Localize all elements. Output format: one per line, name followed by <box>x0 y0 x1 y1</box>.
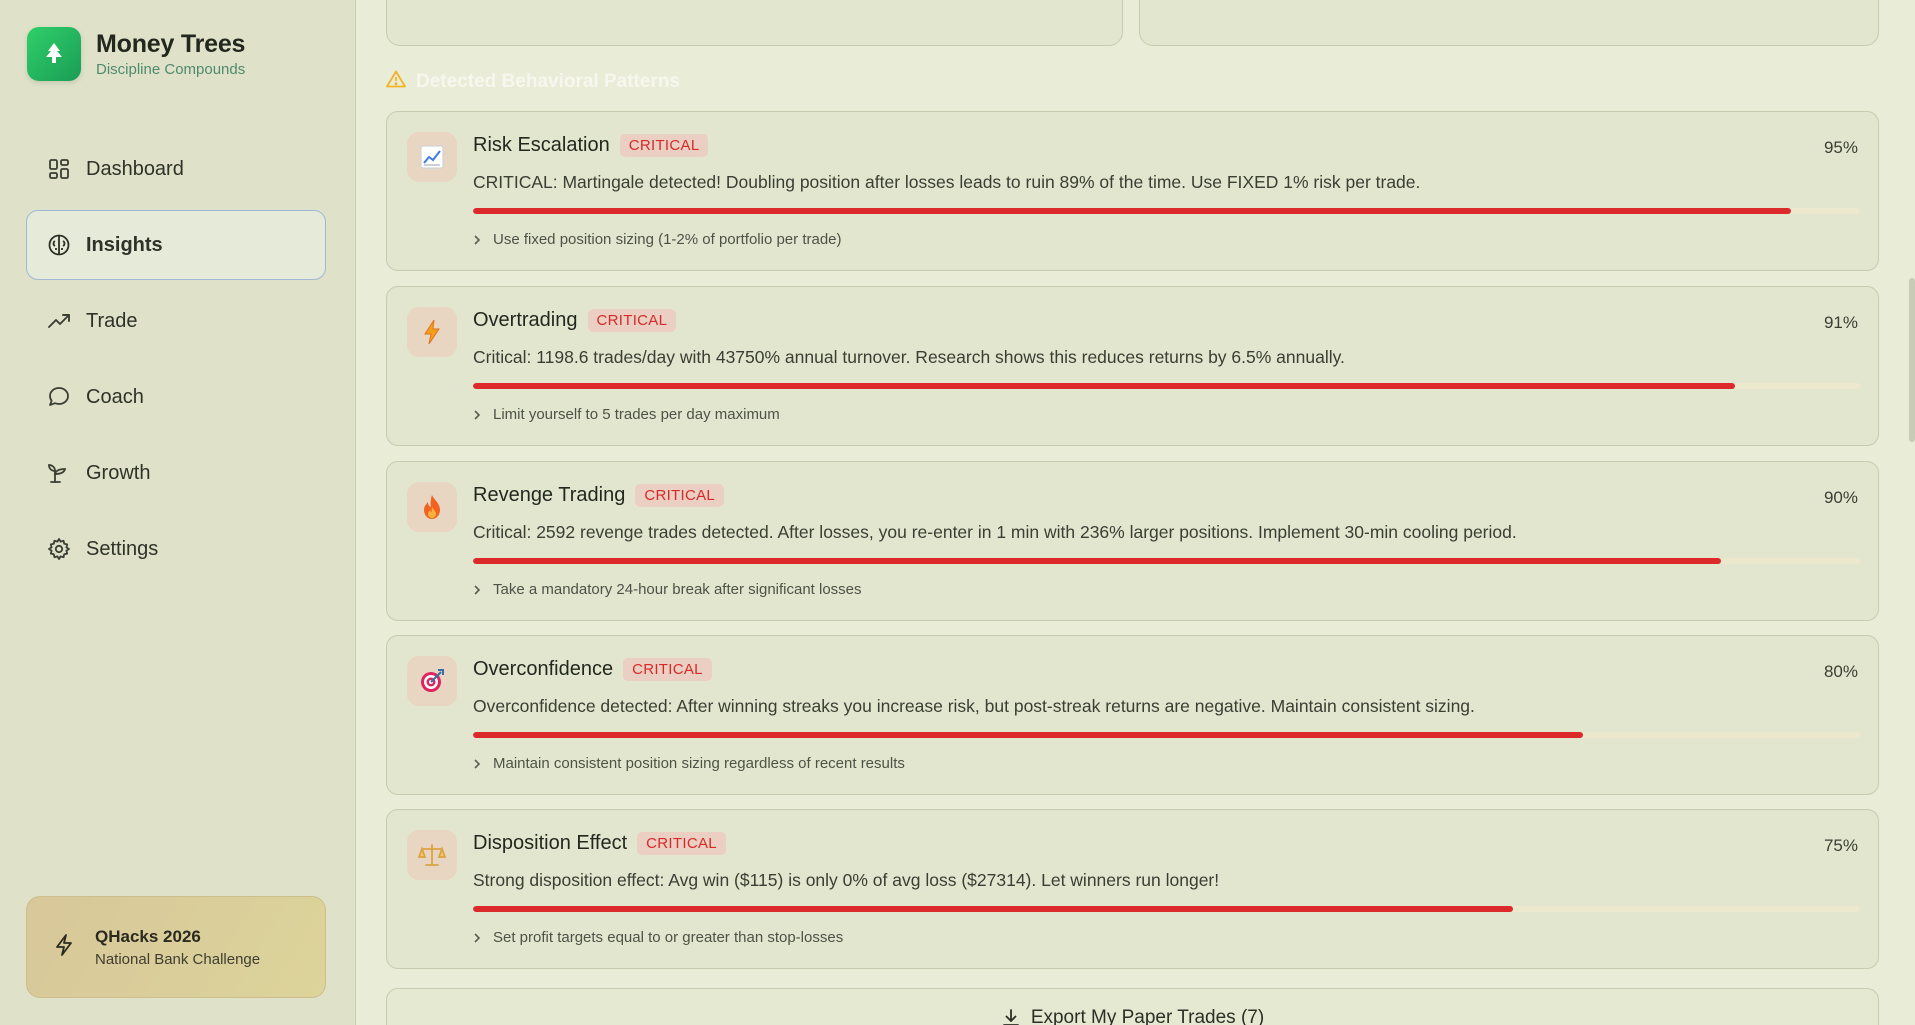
pattern-card-overtrading[interactable]: Overtrading CRITICAL 91% Critical: 1198.… <box>386 286 1879 446</box>
sidebar-item-insights[interactable]: Insights <box>26 210 326 280</box>
pattern-title: Overconfidence <box>473 658 614 680</box>
promo-subtitle: National Bank Challenge <box>95 950 261 968</box>
sidebar-item-label: Coach <box>86 385 144 408</box>
pattern-description: Strong disposition effect: Avg win ($115… <box>473 870 1220 890</box>
main-content: Detected Behavioral Patterns Risk Escala… <box>356 0 1915 1025</box>
summary-card <box>386 0 1123 46</box>
pattern-description: Critical: 1198.6 trades/day with 43750% … <box>473 347 1345 367</box>
confidence-percent: 90% <box>1823 488 1858 507</box>
warning-triangle-icon <box>386 70 406 94</box>
confidence-bar-fill <box>473 732 1583 738</box>
confidence-bar <box>473 906 1860 912</box>
recommendation-text: Maintain consistent position sizing rega… <box>493 755 905 772</box>
sidebar-item-label: Growth <box>86 461 151 484</box>
confidence-bar-fill <box>473 558 1722 564</box>
balance-scale-icon <box>407 830 457 880</box>
sidebar-item-settings[interactable]: Settings <box>26 514 326 584</box>
chevron-right-icon <box>473 409 481 421</box>
sidebar-item-trade[interactable]: Trade <box>26 286 326 356</box>
chevron-right-icon <box>473 932 481 944</box>
confidence-percent: 80% <box>1823 662 1858 681</box>
severity-badge: CRITICAL <box>587 309 677 332</box>
chevron-right-icon <box>473 234 481 246</box>
section-header: Detected Behavioral Patterns <box>386 70 680 94</box>
recommendation-toggle[interactable]: Take a mandatory 24-hour break after sig… <box>473 581 862 598</box>
recommendation-toggle[interactable]: Use fixed position sizing (1-2% of portf… <box>473 231 842 248</box>
confidence-percent: 95% <box>1823 138 1858 157</box>
pattern-card-disposition-effect[interactable]: Disposition Effect CRITICAL 75% Strong d… <box>386 809 1879 969</box>
sidebar-item-coach[interactable]: Coach <box>26 362 326 432</box>
sidebar-item-label: Insights <box>86 233 163 256</box>
pattern-title: Overtrading <box>473 309 578 331</box>
confidence-percent: 91% <box>1823 313 1858 332</box>
sidebar-item-label: Settings <box>86 537 159 560</box>
pattern-card-overconfidence[interactable]: Overconfidence CRITICAL 80% Overconfiden… <box>386 635 1879 795</box>
scrollbar-thumb[interactable] <box>1909 278 1915 442</box>
trending-up-icon <box>47 309 71 333</box>
summary-card <box>1139 0 1879 46</box>
lightning-icon <box>53 933 75 962</box>
sidebar-item-label: Trade <box>86 309 138 332</box>
section-title: Detected Behavioral Patterns <box>416 71 680 92</box>
brand[interactable]: Money Trees Discipline Compounds <box>27 27 245 81</box>
severity-badge: CRITICAL <box>619 134 709 157</box>
confidence-bar <box>473 383 1860 389</box>
recommendation-text: Limit yourself to 5 trades per day maxim… <box>493 406 780 423</box>
sidebar-item-dashboard[interactable]: Dashboard <box>26 134 326 204</box>
download-icon <box>1001 1008 1021 1025</box>
sprout-icon <box>47 461 71 485</box>
gear-icon <box>47 537 71 561</box>
pattern-title: Disposition Effect <box>473 832 628 854</box>
recommendation-toggle[interactable]: Limit yourself to 5 trades per day maxim… <box>473 406 780 423</box>
pattern-description: Critical: 2592 revenge trades detected. … <box>473 522 1517 542</box>
export-trades-button[interactable]: Export My Paper Trades (7) <box>386 988 1879 1025</box>
lightning-icon <box>407 307 457 357</box>
confidence-bar-fill <box>473 208 1791 214</box>
fire-icon <box>407 482 457 532</box>
confidence-bar <box>473 208 1860 214</box>
chevron-right-icon <box>473 758 481 770</box>
target-icon <box>407 656 457 706</box>
chart-increasing-icon <box>407 132 457 182</box>
export-label: Export My Paper Trades (7) <box>1030 1007 1265 1025</box>
dashboard-grid-icon <box>47 157 71 181</box>
confidence-bar-fill <box>473 906 1514 912</box>
recommendation-toggle[interactable]: Set profit targets equal to or greater t… <box>473 929 843 946</box>
brain-icon <box>47 233 71 257</box>
brand-title: Money Trees <box>96 30 246 58</box>
severity-badge: CRITICAL <box>623 658 712 681</box>
pattern-description: Overconfidence detected: After winning s… <box>473 696 1475 716</box>
confidence-bar <box>473 558 1860 564</box>
pattern-description: CRITICAL: Martingale detected! Doubling … <box>473 172 1421 192</box>
promo-title: QHacks 2026 <box>95 926 201 946</box>
chevron-right-icon <box>473 584 481 596</box>
sidebar-item-growth[interactable]: Growth <box>26 438 326 508</box>
pattern-title: Revenge Trading <box>473 484 626 506</box>
app-root: Money Trees Discipline Compounds Dashboa… <box>0 0 1915 1025</box>
recommendation-toggle[interactable]: Maintain consistent position sizing rega… <box>473 755 905 772</box>
recommendation-text: Use fixed position sizing (1-2% of portf… <box>493 231 842 248</box>
tree-logo-icon <box>27 27 81 81</box>
pattern-title: Risk Escalation <box>473 134 610 156</box>
recommendation-text: Set profit targets equal to or greater t… <box>493 929 844 946</box>
pattern-card-risk-escalation[interactable]: Risk Escalation CRITICAL 95% CRITICAL: M… <box>386 111 1879 271</box>
sidebar-nav: Dashboard Insights Trade Coach Growth Se… <box>26 134 326 590</box>
sidebar-item-label: Dashboard <box>86 157 184 180</box>
brand-subtitle: Discipline Compounds <box>96 61 246 78</box>
hackathon-promo-card[interactable]: QHacks 2026 National Bank Challenge <box>26 896 326 998</box>
confidence-bar-fill <box>473 383 1736 389</box>
confidence-bar <box>473 732 1860 738</box>
severity-badge: CRITICAL <box>637 832 726 855</box>
severity-badge: CRITICAL <box>635 484 725 507</box>
confidence-percent: 75% <box>1823 836 1858 855</box>
pattern-card-revenge-trading[interactable]: Revenge Trading CRITICAL 90% Critical: 2… <box>386 461 1879 621</box>
sidebar: Money Trees Discipline Compounds Dashboa… <box>0 0 356 1025</box>
chat-bubble-icon <box>47 385 71 409</box>
recommendation-text: Take a mandatory 24-hour break after sig… <box>493 581 862 598</box>
